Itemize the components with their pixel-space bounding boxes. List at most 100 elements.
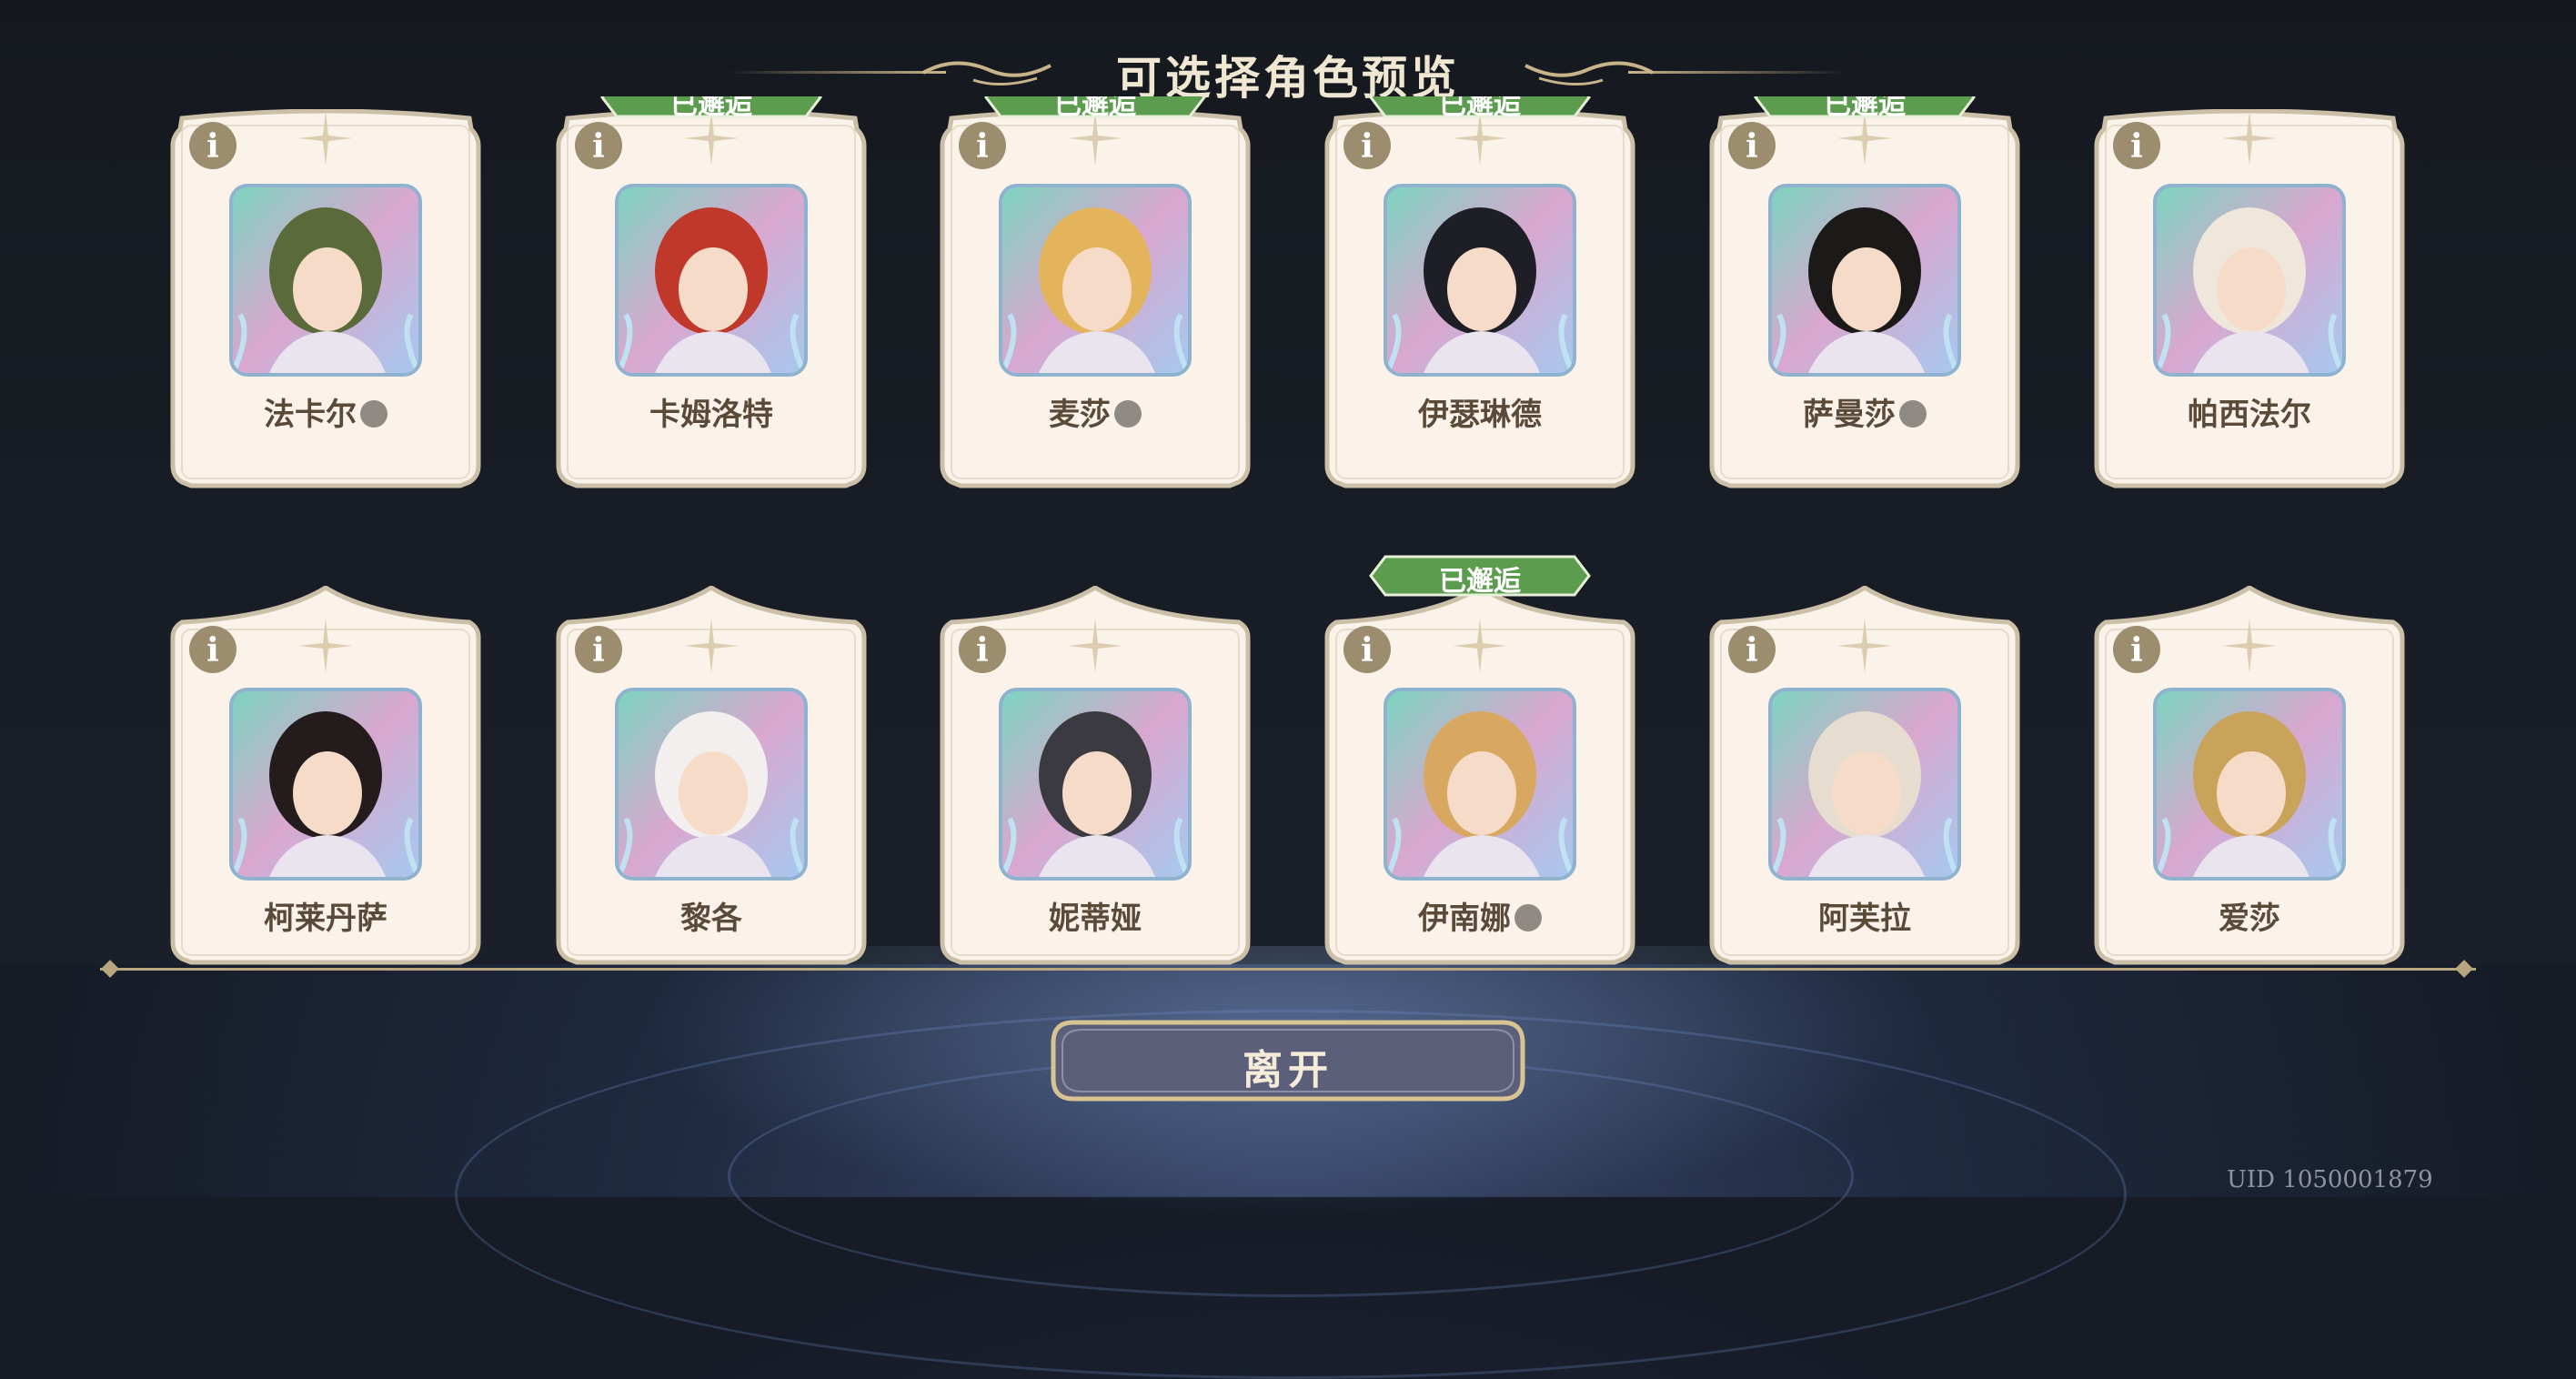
met-badge-label: 已邂逅	[1824, 96, 1906, 118]
character-name: 阿芙拉	[1708, 893, 2021, 938]
character-portrait	[1768, 688, 1961, 881]
character-card[interactable]: i 伊南娜 已邂逅	[1323, 555, 1636, 968]
character-name: 伊南娜	[1323, 893, 1636, 938]
character-name-text: 黎各	[680, 901, 742, 937]
title-banner: 可选择角色预览	[709, 36, 1867, 109]
character-card[interactable]: i 萨曼莎 已邂逅	[1708, 96, 2021, 491]
portrait-image	[1772, 207, 1957, 373]
portrait-image	[619, 711, 804, 877]
info-icon[interactable]: i	[189, 122, 236, 169]
character-card[interactable]: i 麦莎 已邂逅	[939, 96, 1252, 491]
portrait-image	[233, 207, 418, 373]
sparkle-icon	[1453, 111, 1507, 166]
character-name-text: 阿芙拉	[1818, 901, 1911, 937]
character-portrait	[615, 688, 808, 881]
sparkle-icon	[2222, 111, 2277, 166]
sparkle-icon	[298, 111, 353, 166]
character-name: 伊瑟琳德	[1323, 389, 1636, 434]
met-badge: 已邂逅	[1369, 96, 1591, 118]
character-name-text: 爱莎	[2219, 901, 2280, 937]
character-card[interactable]: i 伊瑟琳德 已邂逅	[1323, 96, 1636, 491]
portrait-image	[1002, 711, 1188, 877]
character-card[interactable]: i 柯莱丹萨	[169, 586, 482, 968]
sparkle-icon	[2222, 619, 2277, 673]
role-badge-icon	[1514, 903, 1542, 931]
met-badge: 已邂逅	[1369, 555, 1591, 598]
role-badge-icon	[1899, 399, 1927, 428]
sparkle-icon	[684, 111, 739, 166]
sparkle-icon	[1068, 111, 1122, 166]
info-icon[interactable]: i	[575, 122, 622, 169]
sparkle-icon	[1068, 619, 1122, 673]
portrait-image	[619, 207, 804, 373]
character-name: 麦莎	[939, 389, 1252, 434]
info-icon[interactable]: i	[959, 122, 1006, 169]
character-name-text: 帕西法尔	[2188, 397, 2311, 433]
character-card[interactable]: i 阿芙拉	[1708, 586, 2021, 968]
character-card[interactable]: i 爱莎	[2093, 586, 2406, 968]
character-name-text: 萨曼莎	[1803, 397, 1896, 433]
character-name: 黎各	[555, 893, 868, 938]
character-name: 爱莎	[2093, 893, 2406, 938]
portrait-image	[1002, 207, 1188, 373]
info-icon[interactable]: i	[189, 626, 236, 673]
character-portrait	[1384, 688, 1576, 881]
character-name-text: 法卡尔	[264, 397, 357, 433]
info-icon[interactable]: i	[1728, 626, 1776, 673]
character-portrait	[615, 184, 808, 377]
info-icon[interactable]: i	[1343, 626, 1391, 673]
info-icon[interactable]: i	[959, 626, 1006, 673]
character-name: 帕西法尔	[2093, 389, 2406, 434]
character-name-text: 柯莱丹萨	[264, 901, 387, 937]
info-icon[interactable]: i	[1343, 122, 1391, 169]
character-portrait	[999, 688, 1192, 881]
leave-button-label: 离开	[1243, 1047, 1333, 1093]
portrait-image	[1387, 207, 1573, 373]
character-name: 法卡尔	[169, 389, 482, 434]
info-icon[interactable]: i	[2113, 626, 2160, 673]
info-icon[interactable]: i	[1728, 122, 1776, 169]
character-name-text: 麦莎	[1049, 397, 1111, 433]
sparkle-icon	[1837, 619, 1892, 673]
character-portrait	[2153, 688, 2346, 881]
character-card[interactable]: i 卡姆洛特 已邂逅	[555, 96, 868, 491]
uid-label: UID 1050001879	[2227, 1166, 2433, 1193]
character-name-text: 卡姆洛特	[649, 397, 773, 433]
role-badge-icon	[360, 399, 387, 428]
info-icon[interactable]: i	[575, 626, 622, 673]
met-badge: 已邂逅	[984, 96, 1206, 118]
character-name: 卡姆洛特	[555, 389, 868, 434]
character-name: 萨曼莎	[1708, 389, 2021, 434]
character-card[interactable]: i 黎各	[555, 586, 868, 968]
portrait-image	[2157, 207, 2342, 373]
page-title: 可选择角色预览	[1116, 51, 1460, 105]
portrait-image	[233, 711, 418, 877]
sparkle-icon	[684, 619, 739, 673]
sparkle-icon	[298, 619, 353, 673]
role-badge-icon	[1114, 399, 1142, 428]
character-card[interactable]: i 妮蒂娅	[939, 586, 1252, 968]
character-portrait	[2153, 184, 2346, 377]
sparkle-icon	[1837, 111, 1892, 166]
character-portrait	[229, 184, 422, 377]
met-badge: 已邂逅	[1754, 96, 1976, 118]
met-badge-label: 已邂逅	[1439, 566, 1521, 598]
character-card[interactable]: i 帕西法尔	[2093, 109, 2406, 491]
character-name-text: 伊南娜	[1418, 901, 1511, 937]
met-badge-label: 已邂逅	[670, 96, 752, 118]
info-icon[interactable]: i	[2113, 122, 2160, 169]
portrait-image	[1772, 711, 1957, 877]
divider-line	[100, 968, 2476, 971]
character-card[interactable]: i 法卡尔	[169, 109, 482, 491]
sparkle-icon	[1453, 619, 1507, 673]
character-portrait	[1384, 184, 1576, 377]
character-portrait	[229, 688, 422, 881]
met-badge: 已邂逅	[600, 96, 822, 118]
character-name-text: 妮蒂娅	[1049, 901, 1142, 937]
character-portrait	[1768, 184, 1961, 377]
character-name-text: 伊瑟琳德	[1418, 397, 1542, 433]
portrait-image	[1387, 711, 1573, 877]
leave-button[interactable]: 离开	[1050, 1019, 1526, 1102]
title-line-right	[1628, 71, 1846, 74]
character-name: 柯莱丹萨	[169, 893, 482, 938]
